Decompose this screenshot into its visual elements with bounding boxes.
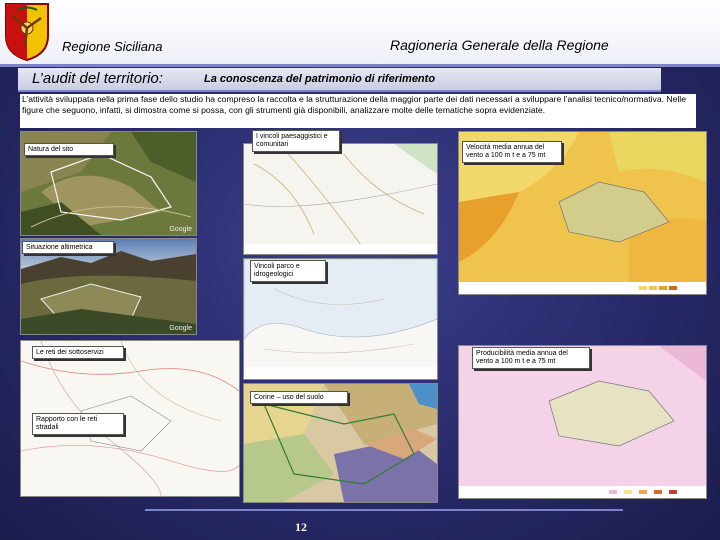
department-title: Ragioneria Generale della Regione <box>390 37 609 53</box>
region-title: Regione Siciliana <box>62 39 163 54</box>
google-watermark: Google <box>169 226 192 233</box>
page-number: 12 <box>295 520 307 534</box>
label-reti-sottoservizi: Le reti dei sottoservizi <box>32 346 124 359</box>
label-producibilita: Producibilità media annua del vento a 10… <box>472 347 590 369</box>
footer-divider <box>145 509 623 511</box>
label-reti-stradali: Rapporto con le reti stradali <box>32 413 124 435</box>
label-situazione-altimetrica: Situazione altimetrica <box>22 241 114 254</box>
sicily-trinacria-emblem-icon <box>3 2 51 62</box>
section-title-bar: L’audit del territorio: La conoscenza de… <box>18 68 661 92</box>
label-velocita-vento: Velocità media annua del vento a 100 m t… <box>462 141 562 163</box>
intro-paragraph: L’attività sviluppata nella prima fase d… <box>20 94 696 128</box>
label-vincoli-idrogeologici: Vincoli parco e idrogeologici <box>250 260 326 282</box>
google-watermark-elevation: Google <box>169 325 192 332</box>
label-natura-sito: Natura del sito <box>24 143 114 156</box>
header-bar <box>0 0 720 67</box>
section-title-sub: La conoscenza del patrimonio di riferime… <box>204 73 436 85</box>
label-corine: Corine – uso del suolo <box>250 391 348 404</box>
landscape-constraints-map-panel <box>243 143 438 255</box>
section-title-main: L’audit del territorio: <box>32 70 163 87</box>
label-vincoli-paesaggistici: I vincoli paesaggistici e comunitari <box>252 130 340 152</box>
